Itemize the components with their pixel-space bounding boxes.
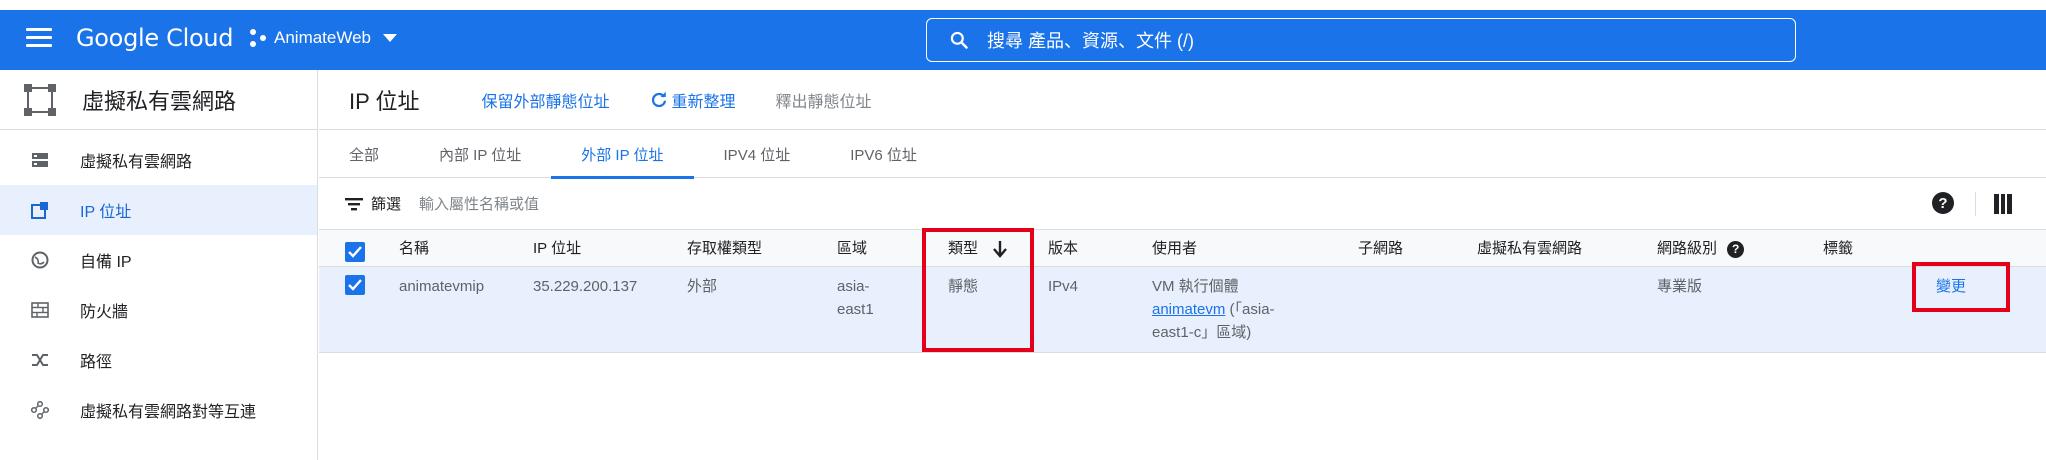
release-static-address-button[interactable]: 釋出靜態位址 [776, 88, 872, 112]
col-header-ip[interactable]: IP 位址 [533, 230, 687, 267]
sidebar-item-ip-addresses[interactable]: IP 位址 [0, 185, 317, 235]
col-header-version[interactable]: 版本 [1048, 230, 1152, 267]
cell-region-line1: asia- [837, 277, 870, 295]
sidebar-item-vpc-networks[interactable]: 虛擬私有雲網路 [0, 135, 317, 185]
routes-icon [30, 350, 50, 370]
ip-address-table: 名稱 IP 位址 存取權類型 區域 類型 版本 使用者 子網路 虛擬私有雲網路 … [319, 230, 2046, 353]
cell-access-type: 外部 [687, 266, 837, 353]
chevron-down-icon [383, 34, 398, 42]
filter-icon [345, 197, 363, 210]
sidebar-item-routes[interactable]: 路徑 [0, 335, 317, 385]
col-header-tier-label: 網路級別 [1657, 240, 1718, 258]
col-header-vpc[interactable]: 虛擬私有雲網路 [1477, 230, 1657, 267]
sidebar-item-byoip[interactable]: 自備 IP [0, 235, 317, 285]
sidebar-item-label: 虛擬私有雲網路 [80, 154, 193, 171]
tab-all[interactable]: 全部 [349, 130, 409, 178]
vpc-product-icon [24, 83, 56, 116]
col-header-access-type[interactable]: 存取權類型 [687, 230, 837, 267]
column-display-options-icon[interactable] [1994, 194, 2013, 214]
sidebar-header: 虛擬私有雲網路 [0, 70, 317, 130]
filter-input[interactable]: 輸入屬性名稱或值 [419, 193, 539, 214]
top-strip [0, 0, 2046, 10]
tab-ipv6[interactable]: IPV6 位址 [820, 130, 947, 178]
cell-subnet [1358, 266, 1477, 353]
ip-address-icon [30, 200, 50, 220]
project-dots-icon [250, 29, 268, 47]
help-icon[interactable]: ? [1932, 192, 1954, 214]
filter-label: 篩選 [371, 196, 402, 213]
cell-used-by: VM 執行個體 animatevm (「asia- east1-c」區域) [1152, 266, 1358, 353]
refresh-label: 重新整理 [671, 93, 736, 111]
peering-icon [30, 400, 50, 420]
vpc-network-icon [30, 150, 50, 170]
col-header-used-by[interactable]: 使用者 [1152, 230, 1358, 267]
row-select-cell [319, 266, 399, 353]
col-header-subnet[interactable]: 子網路 [1358, 230, 1477, 267]
address-tabs: 全部 內部 IP 位址 外部 IP 位址 IPV4 位址 IPV6 位址 [319, 130, 2046, 179]
used-by-zone-2: east1-c」區域) [1152, 323, 1252, 341]
help-icon[interactable]: ? [1727, 240, 1745, 258]
used-by-zone-1: (「asia- [1225, 300, 1275, 318]
project-name: AnimateWeb [274, 28, 372, 47]
col-header-name[interactable]: 名稱 [399, 230, 533, 267]
firewall-icon [30, 300, 50, 320]
top-app-bar: Google Cloud AnimateWeb 搜尋 產品、資源、文件 (/) [0, 0, 2046, 70]
instance-link[interactable]: animatevm [1152, 301, 1225, 318]
sidebar-title: 虛擬私有雲網路 [82, 88, 237, 114]
search-input[interactable]: 搜尋 產品、資源、文件 (/) [926, 18, 1796, 62]
reserve-static-address-button[interactable]: 保留外部靜態位址 [482, 88, 610, 112]
sidebar-item-label: IP 位址 [80, 204, 132, 221]
page-title: IP 位址 [349, 88, 420, 114]
table-row[interactable]: animatevmip 35.229.200.137 外部 asia-east1… [319, 266, 2046, 353]
select-all-checkbox[interactable] [345, 241, 365, 262]
search-placeholder: 搜尋 產品、資源、文件 (/) [987, 31, 1194, 51]
cell-region-line2: east1 [837, 300, 874, 318]
change-button-highlight [1912, 262, 2010, 312]
tab-ipv4[interactable]: IPV4 位址 [694, 130, 821, 178]
project-selector[interactable]: AnimateWeb [250, 28, 398, 48]
cell-vpc [1477, 266, 1657, 353]
cell-name: animatevmip [399, 266, 533, 353]
refresh-button[interactable]: 重新整理 [650, 88, 736, 112]
col-header-labels[interactable]: 標籤 [1823, 230, 1909, 267]
toolbar-divider [1975, 192, 1976, 216]
globe-icon [30, 250, 50, 270]
google-cloud-logo[interactable]: Google Cloud [76, 24, 234, 52]
cell-ip: 35.229.200.137 [533, 266, 687, 353]
table-header-row: 名稱 IP 位址 存取權類型 區域 類型 版本 使用者 子網路 虛擬私有雲網路 … [319, 230, 2046, 267]
col-header-actions [1909, 230, 2046, 267]
type-column-highlight [922, 228, 1034, 352]
cell-labels [1823, 266, 1909, 353]
search-icon [950, 31, 968, 49]
page-header: IP 位址 保留外部靜態位址 重新整理 釋出靜態位址 [319, 70, 2046, 130]
sidebar-item-peering[interactable]: 虛擬私有雲網路對等互連 [0, 385, 317, 435]
main-content: IP 位址 保留外部靜態位址 重新整理 釋出靜態位址 全部 內部 IP 位址 外… [319, 70, 2046, 460]
sidebar-item-label: 自備 IP [80, 254, 132, 271]
col-header-tier[interactable]: 網路級別 ? [1657, 230, 1823, 267]
used-by-prefix: VM 執行個體 [1152, 277, 1239, 295]
tab-internal-ip[interactable]: 內部 IP 位址 [409, 130, 551, 178]
filter-bar: 篩選 輸入屬性名稱或值 ? [319, 178, 2046, 230]
sidebar-item-label: 路徑 [80, 354, 113, 371]
sidebar-item-label: 虛擬私有雲網路對等互連 [80, 404, 257, 421]
sidebar-item-label: 防火牆 [80, 304, 129, 321]
row-checkbox[interactable] [345, 274, 365, 295]
tab-external-ip[interactable]: 外部 IP 位址 [551, 130, 694, 179]
sidebar-item-firewall[interactable]: 防火牆 [0, 285, 317, 335]
cell-tier: 專業版 [1657, 266, 1823, 353]
cell-version: IPv4 [1048, 266, 1152, 353]
main-menu-button[interactable] [26, 28, 52, 48]
refresh-icon [651, 91, 666, 107]
sidebar: 虛擬私有雲網路 虛擬私有雲網路 IP 位址 自備 IP 防火牆 路徑 虛擬私有雲… [0, 70, 318, 460]
select-all-cell [319, 230, 399, 267]
